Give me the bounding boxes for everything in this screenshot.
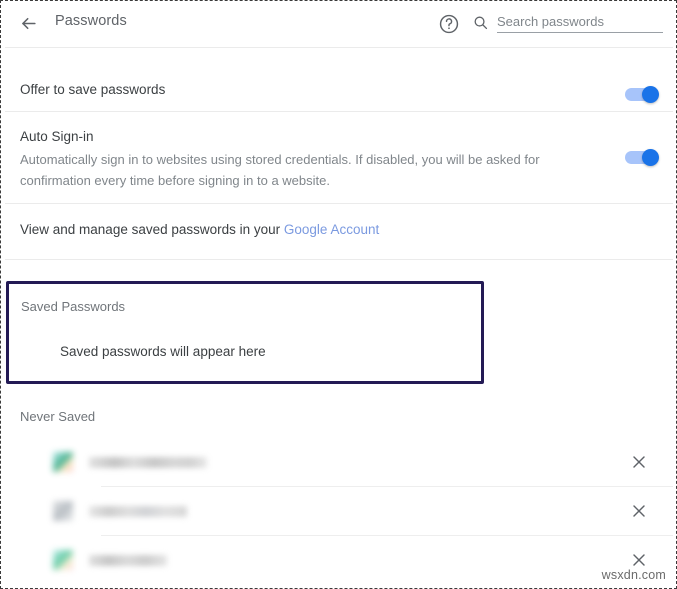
site-favicon [53,550,73,570]
never-saved-row-2[interactable] [1,488,676,536]
site-favicon [53,452,73,472]
row-divider [101,486,673,487]
offer-to-save-toggle[interactable] [625,86,659,103]
offer-to-save-label: Offer to save passwords [20,82,166,97]
toggle-knob [642,86,659,103]
never-saved-row-1[interactable] [1,439,676,487]
auto-signin-toggle[interactable] [625,149,659,166]
manage-passwords-line: View and manage saved passwords in your … [20,222,379,237]
search-icon [473,15,488,30]
saved-passwords-highlight: Saved Passwords Saved passwords will app… [6,281,484,384]
help-circle-icon [438,14,460,39]
saved-passwords-empty-message: Saved passwords will appear here [60,344,266,359]
google-account-link[interactable]: Google Account [284,222,379,237]
setting-divider-2 [5,203,673,204]
close-icon [633,554,645,566]
site-name-redacted [89,457,207,468]
auto-signin-description: Automatically sign in to websites using … [20,152,540,188]
toggle-knob [642,149,659,166]
manage-passwords-text: View and manage saved passwords in your [20,222,284,237]
site-favicon [53,501,73,521]
remove-never-saved-button[interactable] [629,452,651,474]
setting-row-offer-to-save[interactable]: Offer to save passwords [1,47,676,111]
watermark: wsxdn.com [601,568,666,582]
never-saved-title: Never Saved [20,409,96,424]
help-button[interactable] [438,13,460,35]
never-saved-row-3[interactable] [1,537,676,585]
remove-never-saved-button[interactable] [629,501,651,523]
setting-row-auto-signin[interactable]: Auto Sign-in Automatically sign in to we… [1,111,676,203]
search-input[interactable] [497,12,663,33]
saved-passwords-title: Saved Passwords [21,299,126,314]
site-name-redacted [89,506,187,517]
back-button[interactable] [15,10,41,36]
page-header: Passwords [1,1,676,47]
account-divider [5,259,673,260]
close-icon [633,505,645,517]
close-icon [633,456,645,468]
site-name-redacted [89,555,167,566]
auto-signin-label: Auto Sign-in [20,129,94,144]
page-title: Passwords [55,13,127,29]
passwords-settings-page: Passwords Offer to save passwords [0,0,677,589]
arrow-left-icon [19,14,38,33]
row-divider [101,535,673,536]
search-area [473,12,663,36]
